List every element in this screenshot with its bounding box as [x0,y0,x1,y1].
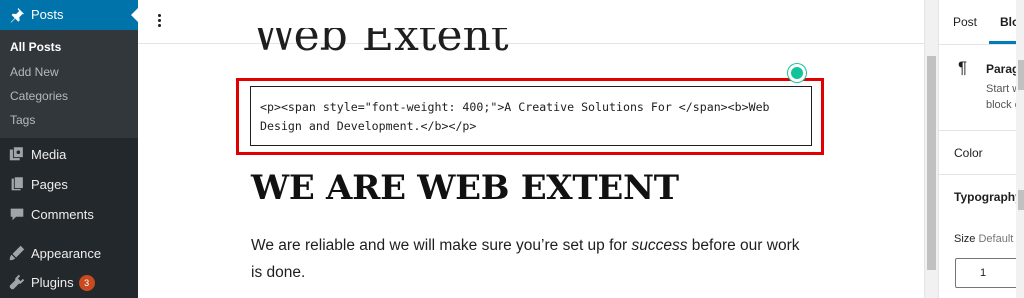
admin-sidebar: Posts All Posts Add New Categories Tags … [0,0,138,298]
submenu-add-new[interactable]: Add New [10,65,59,79]
appearance-icon [9,245,25,261]
divider [939,130,1024,131]
tab-post[interactable]: Post [953,0,977,44]
grammarly-icon[interactable] [788,64,806,82]
settings-scrollbar-thumb[interactable] [1018,60,1024,90]
code-line-2: Design and Development.</b></p> [260,119,477,133]
current-menu-arrow [131,8,138,22]
menu-item-media[interactable]: Media [0,140,138,168]
menu-item-pages[interactable]: Pages [0,170,138,198]
settings-sidebar: Post Block ¶ Paragraph Start with the bu… [938,0,1024,298]
menu-label-plugins-wrap: Plugins 3 [31,275,95,291]
size-label-text: Size [954,233,976,245]
menu-item-appearance[interactable]: Appearance [0,239,138,267]
paragraph-icon: ¶ [958,58,968,77]
more-options-button[interactable] [154,12,164,32]
menu-item-posts[interactable]: Posts [0,0,138,30]
plugins-icon [9,274,25,290]
media-icon [9,146,24,161]
submenu-all-posts[interactable]: All Posts [10,40,61,54]
paragraph-emphasis: success [631,237,688,254]
pages-icon [11,176,24,191]
divider [939,174,1024,175]
dot-icon [157,24,161,27]
posts-submenu: All Posts Add New Categories Tags [0,30,138,138]
post-title-text: Web Extent [252,28,509,58]
settings-scrollbar-thumb[interactable] [1018,190,1024,210]
menu-label-media: Media [31,147,67,162]
font-size-input[interactable]: 1 [955,258,1024,288]
size-default-text: Default [978,233,1014,245]
submenu-tags[interactable]: Tags [10,113,35,127]
panel-color-toggle[interactable]: Color [954,146,983,160]
panel-typography-toggle[interactable]: Typography [954,190,1022,204]
menu-label-appearance: Appearance [31,246,102,261]
dot-icon [157,19,161,22]
menu-label-pages: Pages [31,177,68,192]
post-title[interactable]: Web Extent [252,28,652,58]
menu-label-plugins: Plugins [31,275,74,290]
paragraph-block[interactable]: We are reliable and we will make sure yo… [251,232,811,286]
menu-label-posts: Posts [31,7,64,22]
menu-item-plugins[interactable]: Plugins 3 [0,268,138,296]
pushpin-icon [10,7,25,23]
divider [939,44,1024,45]
settings-scrollbar[interactable] [1016,0,1024,298]
paragraph-text-start: We are reliable and we will make sure yo… [251,237,632,254]
comments-icon [10,208,24,221]
menu-item-comments[interactable]: Comments [0,200,138,228]
editor-scrollbar-thumb[interactable] [927,56,936,270]
heading-block[interactable]: WE ARE WEB EXTENT [251,168,679,208]
code-line-1: <p><span style="font-weight: 400;">A Cre… [260,100,770,114]
submenu-categories[interactable]: Categories [10,89,68,103]
update-count-badge: 3 [78,275,95,291]
menu-label-comments: Comments [31,207,94,222]
code-text: <p><span style="font-weight: 400;">A Cre… [260,98,805,136]
font-size-label: Size Default [954,233,1013,245]
html-block-code-editor[interactable]: <p><span style="font-weight: 400;">A Cre… [250,86,812,146]
dot-icon [157,14,161,17]
